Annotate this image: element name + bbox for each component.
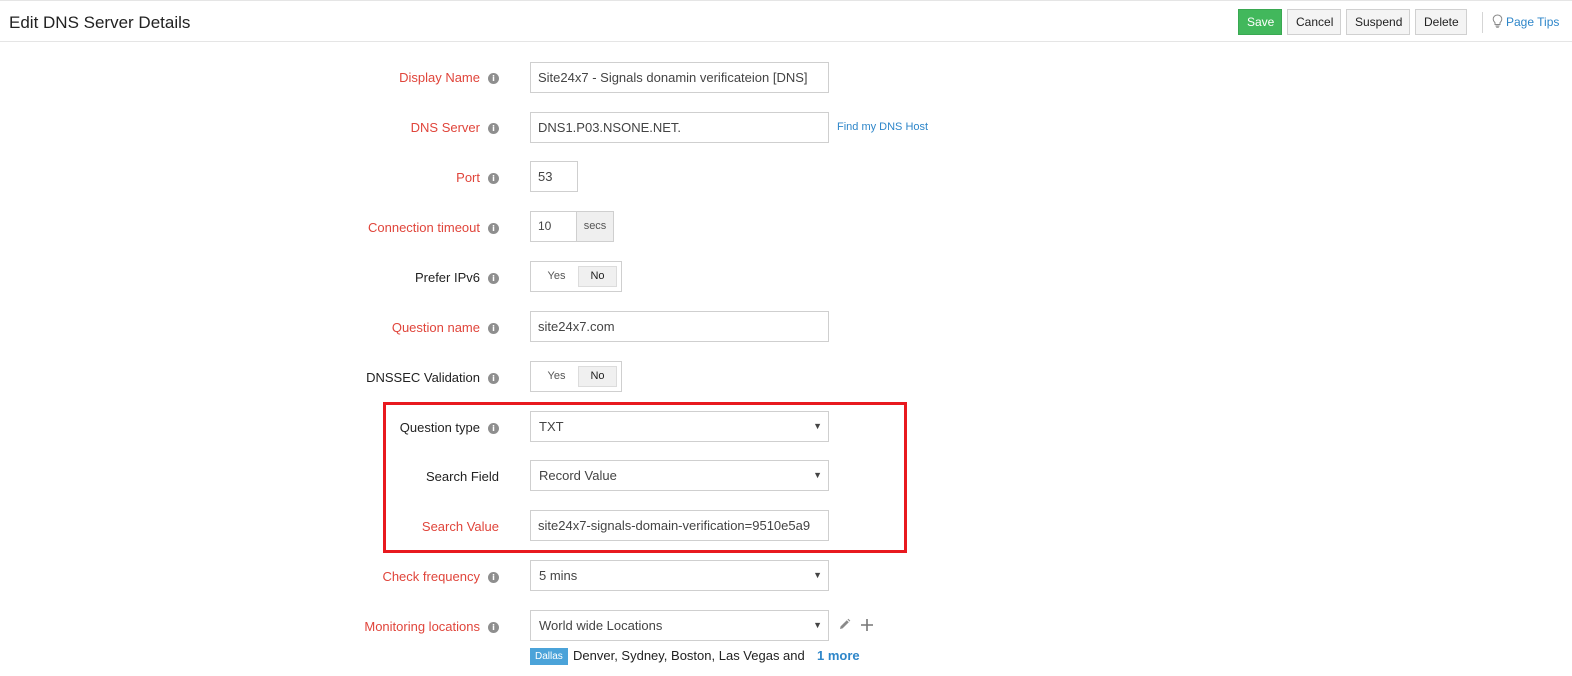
caret-down-icon: ▼ (813, 470, 822, 480)
dnssec-validation-toggle: Yes No (530, 361, 622, 392)
save-button[interactable]: Save (1238, 9, 1282, 35)
question-type-label: Question type (399, 420, 480, 435)
prefer-ipv6-no[interactable]: No (578, 266, 617, 287)
dnssec-validation-label: DNSSEC Validation (366, 370, 480, 385)
location-tag-dallas: Dallas (530, 648, 568, 665)
search-value-label: Search Value (421, 519, 499, 534)
check-frequency-value: 5 mins (539, 568, 578, 583)
info-circle-icon[interactable]: i (488, 223, 499, 234)
pencil-icon[interactable] (838, 618, 851, 636)
info-circle-icon[interactable]: i (488, 73, 499, 84)
prefer-ipv6-yes[interactable]: Yes (535, 266, 578, 287)
dns-server-label: DNS Server (410, 120, 480, 135)
dns-server-input[interactable]: DNS1.P03.NSONE.NET. (530, 112, 829, 143)
info-circle-icon[interactable]: i (488, 373, 499, 384)
find-dns-host-link[interactable]: Find my DNS Host (837, 121, 928, 133)
page-header: Edit DNS Server Details Save Cancel Susp… (0, 0, 1572, 42)
monitoring-locations-select[interactable]: World wide Locations ▼ (530, 610, 829, 641)
prefer-ipv6-label: Prefer IPv6 (414, 270, 480, 285)
info-circle-icon[interactable]: i (488, 323, 499, 334)
info-circle-icon[interactable]: i (488, 173, 499, 184)
search-field-value: Record Value (539, 468, 617, 483)
page-tips-link[interactable]: Page Tips (1492, 14, 1559, 29)
connection-timeout-input[interactable]: 10 (530, 211, 577, 242)
monitoring-locations-label: Monitoring locations (364, 619, 480, 634)
question-type-value: TXT (539, 419, 564, 434)
delete-button[interactable]: Delete (1415, 9, 1467, 35)
search-field-select[interactable]: Record Value ▼ (530, 460, 829, 491)
plus-icon[interactable] (860, 618, 874, 637)
locations-list-text: Denver, Sydney, Boston, Las Vegas and (573, 648, 805, 663)
display-name-input[interactable]: Site24x7 - Signals donamin verificateion… (530, 62, 829, 93)
connection-timeout-label: Connection timeout (367, 220, 480, 235)
question-type-select[interactable]: TXT ▼ (530, 411, 829, 442)
info-circle-icon[interactable]: i (488, 572, 499, 583)
caret-down-icon: ▼ (813, 620, 822, 630)
search-value-input[interactable]: site24x7-signals-domain-verification=951… (530, 510, 829, 541)
dnssec-no[interactable]: No (578, 366, 617, 387)
prefer-ipv6-toggle: Yes No (530, 261, 622, 292)
caret-down-icon: ▼ (813, 570, 822, 580)
question-name-input[interactable]: site24x7.com (530, 311, 829, 342)
lightbulb-icon (1492, 14, 1503, 28)
monitoring-locations-value: World wide Locations (539, 618, 663, 633)
dnssec-yes[interactable]: Yes (535, 366, 578, 387)
timeout-unit-addon: secs (577, 211, 614, 242)
question-name-label: Question name (391, 320, 480, 335)
cancel-button[interactable]: Cancel (1287, 9, 1341, 35)
display-name-label: Display Name (399, 70, 480, 85)
info-circle-icon[interactable]: i (488, 273, 499, 284)
info-circle-icon[interactable]: i (488, 423, 499, 434)
search-field-label: Search Field (426, 469, 499, 484)
suspend-button[interactable]: Suspend (1346, 9, 1410, 35)
port-label: Port (456, 170, 480, 185)
port-input[interactable]: 53 (530, 161, 578, 192)
info-circle-icon[interactable]: i (488, 622, 499, 633)
more-locations-link[interactable]: 1 more (817, 648, 860, 663)
check-frequency-label: Check frequency (382, 569, 480, 584)
page-tips-label: Page Tips (1506, 15, 1560, 29)
page-title: Edit DNS Server Details (9, 13, 191, 32)
info-circle-icon[interactable]: i (488, 123, 499, 134)
caret-down-icon: ▼ (813, 421, 822, 431)
header-divider (1482, 12, 1483, 33)
check-frequency-select[interactable]: 5 mins ▼ (530, 560, 829, 591)
